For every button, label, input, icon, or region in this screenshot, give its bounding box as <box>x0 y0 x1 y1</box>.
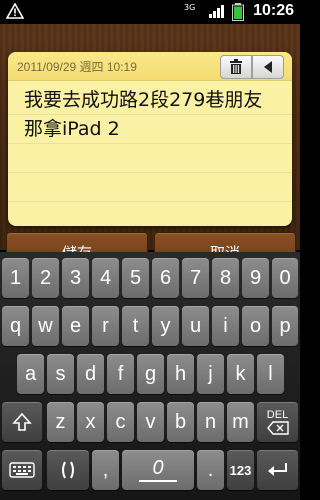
comma-key[interactable]: , <box>92 450 119 490</box>
key-5[interactable]: 5 <box>122 258 149 298</box>
key-o[interactable]: o <box>242 306 269 346</box>
key-0[interactable]: 0 <box>272 258 298 298</box>
back-button[interactable] <box>252 55 284 79</box>
key-w[interactable]: w <box>32 306 59 346</box>
delete-button[interactable] <box>220 55 252 79</box>
key-x[interactable]: x <box>77 402 104 442</box>
space-key[interactable]: 0 <box>122 450 194 490</box>
signal-icon <box>209 5 224 18</box>
clock: 10:26 <box>253 2 294 19</box>
shift-icon <box>12 412 32 431</box>
backspace-icon <box>266 421 289 435</box>
space-bar-underline <box>139 480 177 482</box>
delete-key-label: DEL <box>266 409 289 421</box>
warning-icon <box>6 3 24 19</box>
key-6[interactable]: 6 <box>152 258 179 298</box>
network-type: 3G <box>184 3 196 12</box>
battery-icon <box>232 3 244 21</box>
key-a[interactable]: a <box>17 354 44 394</box>
back-arrow-icon <box>264 61 272 73</box>
key-z[interactable]: z <box>47 402 74 442</box>
period-key[interactable]: . <box>197 450 224 490</box>
key-p[interactable]: p <box>272 306 298 346</box>
key-q[interactable]: q <box>2 306 29 346</box>
space-key-label: 0 <box>152 457 164 479</box>
key-t[interactable]: t <box>122 306 149 346</box>
key-c[interactable]: c <box>107 402 134 442</box>
enter-key[interactable] <box>257 450 298 490</box>
key-d[interactable]: d <box>77 354 104 394</box>
enter-icon <box>267 463 287 476</box>
key-v[interactable]: v <box>137 402 164 442</box>
key-k[interactable]: k <box>227 354 254 394</box>
key-h[interactable]: h <box>167 354 194 394</box>
key-8[interactable]: 8 <box>212 258 239 298</box>
input-method-icon <box>62 461 74 479</box>
note-header: 2011/09/29 週四 10:19 <box>8 52 292 81</box>
keyboard: 1 2 3 4 5 6 7 8 9 0 q w e r t y u i o p … <box>0 252 300 500</box>
key-s[interactable]: s <box>47 354 74 394</box>
trash-icon <box>230 59 242 74</box>
key-3[interactable]: 3 <box>62 258 89 298</box>
note-date: 2011/09/29 週四 10:19 <box>17 60 137 74</box>
note-card: 2011/09/29 週四 10:19 我要去成功路2段279巷朋友那拿iPad… <box>8 52 292 226</box>
key-u[interactable]: u <box>182 306 209 346</box>
key-m[interactable]: m <box>227 402 254 442</box>
key-2[interactable]: 2 <box>32 258 59 298</box>
status-bar: 3G 10:26 <box>0 0 300 24</box>
keyboard-settings-key[interactable] <box>2 450 42 490</box>
symbols-key[interactable]: 123 <box>227 450 254 490</box>
key-9[interactable]: 9 <box>242 258 269 298</box>
key-g[interactable]: g <box>137 354 164 394</box>
keyboard-icon <box>9 462 35 478</box>
key-l[interactable]: l <box>257 354 284 394</box>
input-method-key[interactable] <box>47 450 89 490</box>
key-4[interactable]: 4 <box>92 258 119 298</box>
note-text-editor[interactable]: 我要去成功路2段279巷朋友那拿iPad 2 <box>24 86 280 144</box>
key-j[interactable]: j <box>197 354 224 394</box>
key-1[interactable]: 1 <box>2 258 29 298</box>
shift-key[interactable] <box>2 402 42 442</box>
key-i[interactable]: i <box>212 306 239 346</box>
key-7[interactable]: 7 <box>182 258 209 298</box>
key-f[interactable]: f <box>107 354 134 394</box>
key-y[interactable]: y <box>152 306 179 346</box>
key-n[interactable]: n <box>197 402 224 442</box>
key-b[interactable]: b <box>167 402 194 442</box>
key-r[interactable]: r <box>92 306 119 346</box>
key-e[interactable]: e <box>62 306 89 346</box>
delete-key[interactable]: DEL <box>257 402 298 442</box>
app-background: 2011/09/29 週四 10:19 我要去成功路2段279巷朋友那拿iPad… <box>0 24 300 272</box>
